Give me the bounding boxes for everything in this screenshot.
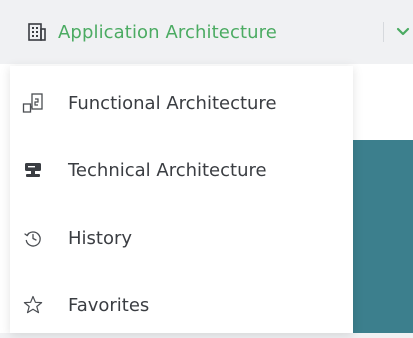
history-icon — [24, 231, 41, 247]
star-icon — [23, 295, 43, 314]
building-icon — [28, 23, 46, 41]
background-panel — [353, 140, 413, 333]
menu-item-label: Favorites — [68, 294, 150, 316]
header-divider — [383, 22, 384, 42]
menu-item-label: History — [68, 227, 133, 249]
menu-item-history[interactable]: History — [10, 205, 353, 271]
functional-diagram-icon — [22, 93, 43, 113]
application-architecture-label: Application Architecture — [58, 21, 277, 43]
menu-item-technical-architecture[interactable]: Technical Architecture — [10, 137, 353, 203]
menu-item-label: Functional Architecture — [68, 92, 277, 114]
server-icon — [25, 163, 41, 177]
application-architecture-dropdown: Functional Architecture Technical Archit… — [10, 66, 353, 333]
application-architecture-menu-button[interactable]: Application Architecture — [28, 18, 277, 46]
menu-item-functional-architecture[interactable]: Functional Architecture — [10, 70, 353, 136]
chevron-down-icon[interactable] — [395, 22, 411, 42]
top-bar: Application Architecture — [0, 0, 413, 64]
menu-item-label: Technical Architecture — [68, 159, 267, 181]
menu-item-favorites[interactable]: Favorites — [10, 272, 353, 338]
